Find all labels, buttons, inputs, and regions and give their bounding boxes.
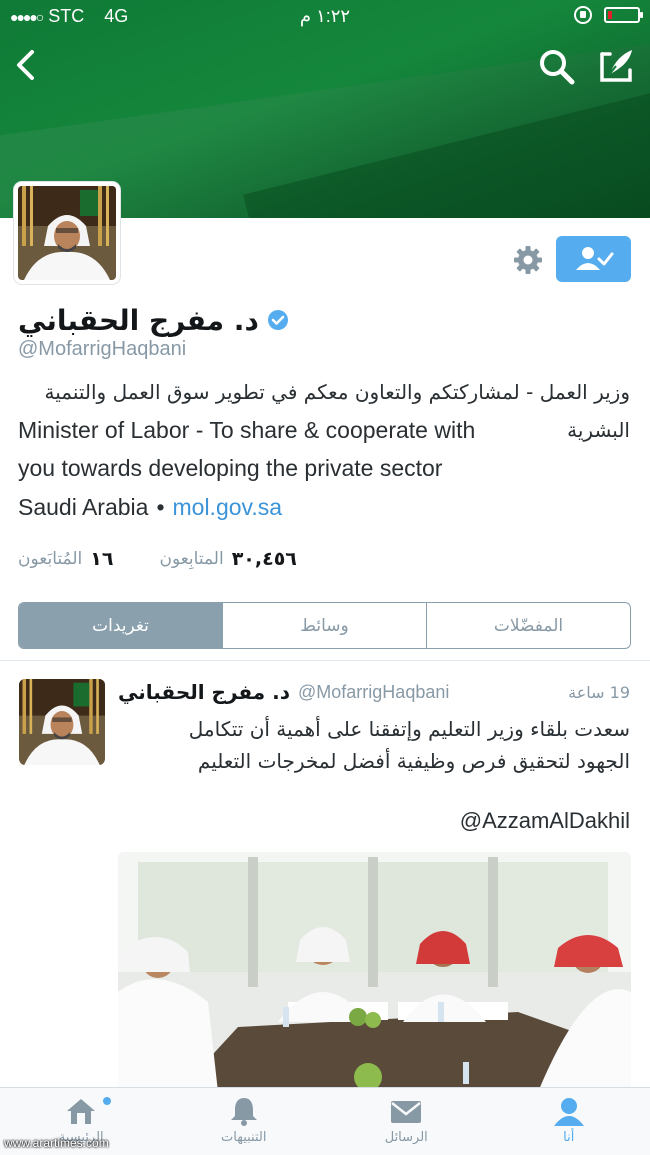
avatar-photo — [18, 186, 116, 280]
gear-icon — [514, 246, 542, 274]
following-count: ١٦ — [90, 548, 114, 570]
tab-bar-messages-label: الرسائل — [384, 1130, 428, 1145]
tweet-author-handle[interactable]: @MofarrigHaqbani — [298, 682, 449, 703]
watermark: www.arartimes.com — [4, 1136, 109, 1150]
tweet-author-name[interactable]: د. مفرج الحقباني — [118, 680, 290, 704]
tweet-text-line-2: الجهود لتحقيق فرص وظيفية أفضل لمخرجات ال… — [197, 749, 630, 773]
profile-location-row: Saudi Arabia • mol.gov.sa — [18, 494, 282, 521]
tabs-divider — [0, 660, 650, 661]
tab-bar-me-label: أنا — [563, 1130, 575, 1145]
profile-display-name: د. مفرج الحقباني — [18, 303, 259, 337]
tweet-photo[interactable] — [118, 852, 631, 1092]
tab-tweets[interactable]: تغريدات — [19, 603, 222, 648]
home-icon — [67, 1099, 96, 1124]
profile-display-name-row: د. مفرج الحقباني — [18, 300, 650, 340]
search-button[interactable] — [538, 48, 576, 86]
profile-bio-line-3: you towards developing the private secto… — [18, 455, 443, 481]
user-check-icon — [575, 247, 613, 270]
tab-bar-notifications[interactable]: التنبيهات — [163, 1088, 326, 1155]
compose-tweet-button[interactable] — [596, 46, 636, 86]
profile-stats: ٣٠,٤٥٦ المتابِعون ١٦ المُتابَعون — [18, 548, 297, 570]
rotation-lock-icon — [574, 6, 592, 24]
bell-icon — [230, 1098, 257, 1126]
meeting-photo-image — [118, 852, 631, 1092]
profile-bio-line-2: Minister of Labor - To share & cooperate… — [18, 411, 630, 449]
compose-icon — [600, 50, 632, 82]
followers-count: ٣٠,٤٥٦ — [231, 548, 297, 570]
tweet-header: د. مفرج الحقباني @MofarrigHaqbani 19 ساع… — [118, 677, 630, 707]
profile-bio-line-2-en: Minister of Labor - To share & cooperate… — [18, 417, 476, 443]
profile-avatar[interactable] — [14, 182, 120, 284]
envelope-icon — [391, 1101, 422, 1123]
following-button[interactable] — [556, 236, 631, 282]
following-stat[interactable]: ١٦ المُتابَعون — [18, 548, 113, 570]
search-icon — [540, 50, 575, 85]
profile-bio-line-2-ar: البشرية — [567, 418, 630, 442]
tweet-avatar[interactable] — [19, 679, 105, 765]
tab-bar-me[interactable]: أنا — [488, 1088, 650, 1155]
profile-website-link[interactable]: mol.gov.sa — [173, 494, 283, 521]
profile-handle: @MofarrigHaqbani — [18, 338, 187, 360]
following-label: المُتابَعون — [18, 549, 83, 569]
tab-favorites[interactable]: المفضّلات — [426, 603, 630, 648]
tweet-mention-link[interactable]: @AzzamAlDakhil — [460, 808, 630, 834]
new-tweets-dot — [103, 1097, 111, 1105]
tab-media[interactable]: وسائط — [222, 603, 426, 648]
profile-bio-line-1: وزير العمل - لمشاركتكم والتعاون معكم في … — [44, 380, 630, 404]
user-icon — [553, 1098, 584, 1126]
status-bar: ●●●●○ STC 4G ١:٢٢ م — [0, 0, 650, 34]
tweet-avatar-photo — [19, 679, 105, 765]
tweet-text-line-1: سعدت بلقاء وزير التعليم وإتفقنا على أهمي… — [188, 717, 630, 741]
chevron-left-icon — [17, 50, 34, 80]
battery-icon — [604, 7, 643, 23]
tab-bar-messages[interactable]: الرسائل — [325, 1088, 488, 1155]
status-right — [574, 6, 643, 24]
tab-bar-notifications-label: التنبيهات — [221, 1130, 267, 1145]
profile-location: Saudi Arabia — [18, 494, 149, 520]
followers-stat[interactable]: ٣٠,٤٥٦ المتابِعون — [159, 548, 296, 570]
profile-tabs: تغريدات وسائط المفضّلات — [18, 602, 631, 649]
back-button[interactable] — [12, 48, 42, 82]
verified-badge-icon — [267, 310, 288, 330]
followers-label: المتابِعون — [159, 549, 224, 569]
status-time: ١:٢٢ م — [299, 6, 351, 26]
settings-button[interactable] — [511, 243, 545, 277]
tweet-timestamp: 19 ساعة — [568, 682, 630, 702]
separator-dot: • — [156, 494, 165, 520]
